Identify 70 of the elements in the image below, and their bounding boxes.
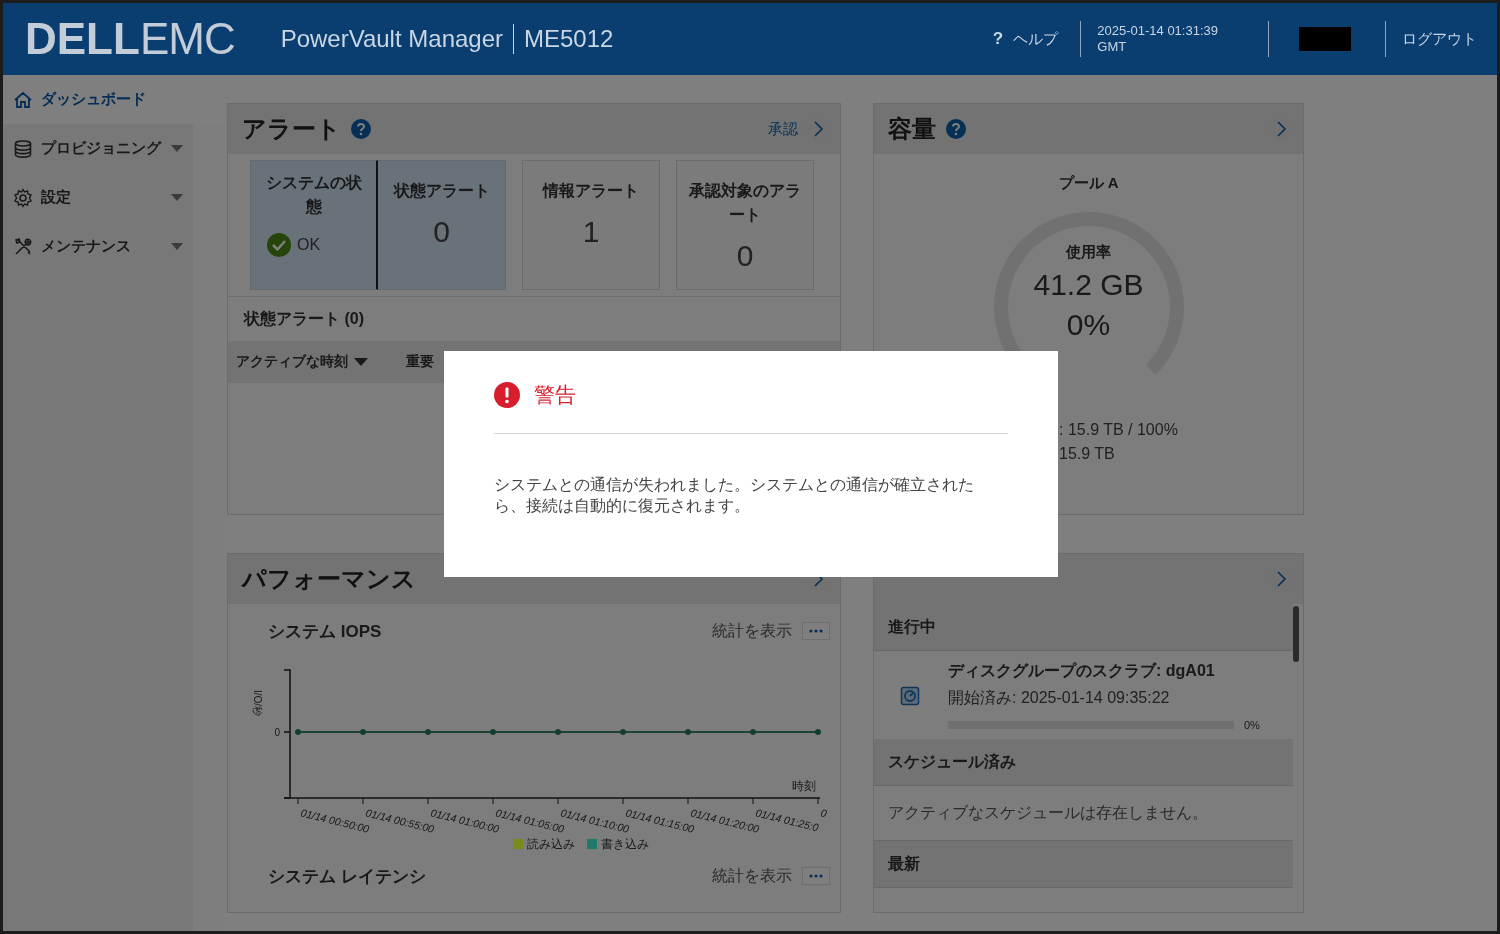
- tile-label: システムの状態: [264, 173, 363, 217]
- activity-title: ディスクグループのスクラブ: dgA01: [948, 661, 1216, 681]
- panel-title: パフォーマンス: [242, 564, 416, 594]
- help-icon[interactable]: [946, 119, 966, 139]
- axis-label: 時刻: [792, 779, 816, 793]
- section-header: スケジュール済み: [874, 739, 1293, 786]
- nav-item[interactable]: 設定: [3, 173, 193, 222]
- status-text: OK: [297, 236, 321, 254]
- acknowledge-link[interactable]: 承認: [768, 119, 798, 139]
- panel-title: 容量: [888, 114, 936, 144]
- help-link[interactable]: ? ヘルプ: [992, 29, 1059, 49]
- dialog-title: 警告: [534, 382, 576, 408]
- alert-count: 0: [433, 215, 450, 249]
- used-percent: 0%: [1066, 308, 1111, 342]
- view-stats-link[interactable]: 統計を表示: [712, 620, 792, 642]
- warning-icon: [494, 382, 520, 408]
- column-header[interactable]: 重要: [406, 353, 434, 371]
- logo: DELLEMC: [25, 14, 235, 64]
- capacity-text: 15.9 TB: [1059, 445, 1116, 463]
- more-icon: [808, 629, 824, 633]
- tile-label: 承認対象のアラート: [689, 181, 801, 225]
- axis-label: I/O/秒: [252, 690, 263, 717]
- alert-count: 1: [582, 215, 600, 249]
- product-name: PowerVault Manager: [280, 25, 503, 53]
- gauge-label: 使用率: [1066, 243, 1111, 262]
- alert-tile[interactable]: システムの状態 OK: [250, 160, 378, 290]
- start-time: 開始済み: 2025-01-14 09:35:22: [948, 688, 1171, 708]
- tile-label: 状態アラート: [393, 181, 490, 201]
- more-icon: [808, 874, 824, 878]
- database-icon: [13, 138, 33, 159]
- view-stats-link[interactable]: 統計を表示: [712, 865, 792, 887]
- disk-group-icon: [900, 686, 920, 706]
- caret-icon: [171, 242, 183, 251]
- caret-icon: [171, 144, 183, 153]
- capacity-text: : 15.9 TB / 100%: [1059, 421, 1179, 439]
- panel-title: アラート: [242, 114, 341, 144]
- section-header: 進行中: [874, 604, 1293, 651]
- dialog-message: システムとの通信が失われました。システムとの通信が確立されたら、接続は自動的に復元されます。: [494, 475, 975, 516]
- more-button[interactable]: [802, 867, 830, 885]
- legend-label: 書き込み: [601, 835, 649, 853]
- sort-caret-icon: [354, 357, 368, 367]
- tick-label: 0: [819, 806, 829, 820]
- legend-label: 読み込み: [527, 835, 575, 853]
- alert-tile[interactable]: 情報アラート 1: [522, 160, 660, 290]
- pool-name: プール A: [1058, 174, 1119, 193]
- settings-icon: [13, 187, 33, 208]
- help-icon[interactable]: [351, 119, 371, 139]
- check-circle-icon: [267, 233, 291, 257]
- chart-title: システム IOPS: [268, 620, 382, 643]
- tools-icon: [13, 236, 33, 257]
- home-icon: [13, 89, 33, 110]
- progress-percent: 0%: [1244, 719, 1260, 731]
- caret-icon: [171, 193, 183, 202]
- more-button[interactable]: [802, 622, 830, 640]
- alert-count: 0: [736, 239, 754, 273]
- nav-item[interactable]: プロビジョニング: [3, 124, 193, 173]
- date-time: 2025-01-14 01:31:39 GMT: [1097, 23, 1218, 55]
- alert-tile[interactable]: 状態アラート 0: [378, 160, 506, 290]
- alert-tile[interactable]: 承認対象のアラート 0: [676, 160, 814, 290]
- scrollbar[interactable]: [1293, 606, 1299, 662]
- tile-label: 情報アラート: [543, 181, 639, 201]
- column-header[interactable]: アクティブな時刻: [236, 353, 368, 371]
- used-size: 41.2 GB: [1033, 268, 1144, 302]
- section-header: 最新: [874, 841, 1293, 888]
- logout-link[interactable]: ログアウト: [1402, 29, 1477, 49]
- chart-title: システム レイテンシ: [268, 865, 426, 888]
- nav-item[interactable]: メンテナンス: [3, 222, 193, 271]
- redacted-block: [1299, 27, 1351, 51]
- model-name: ME5012: [524, 25, 614, 53]
- tick-label: 0: [274, 727, 280, 738]
